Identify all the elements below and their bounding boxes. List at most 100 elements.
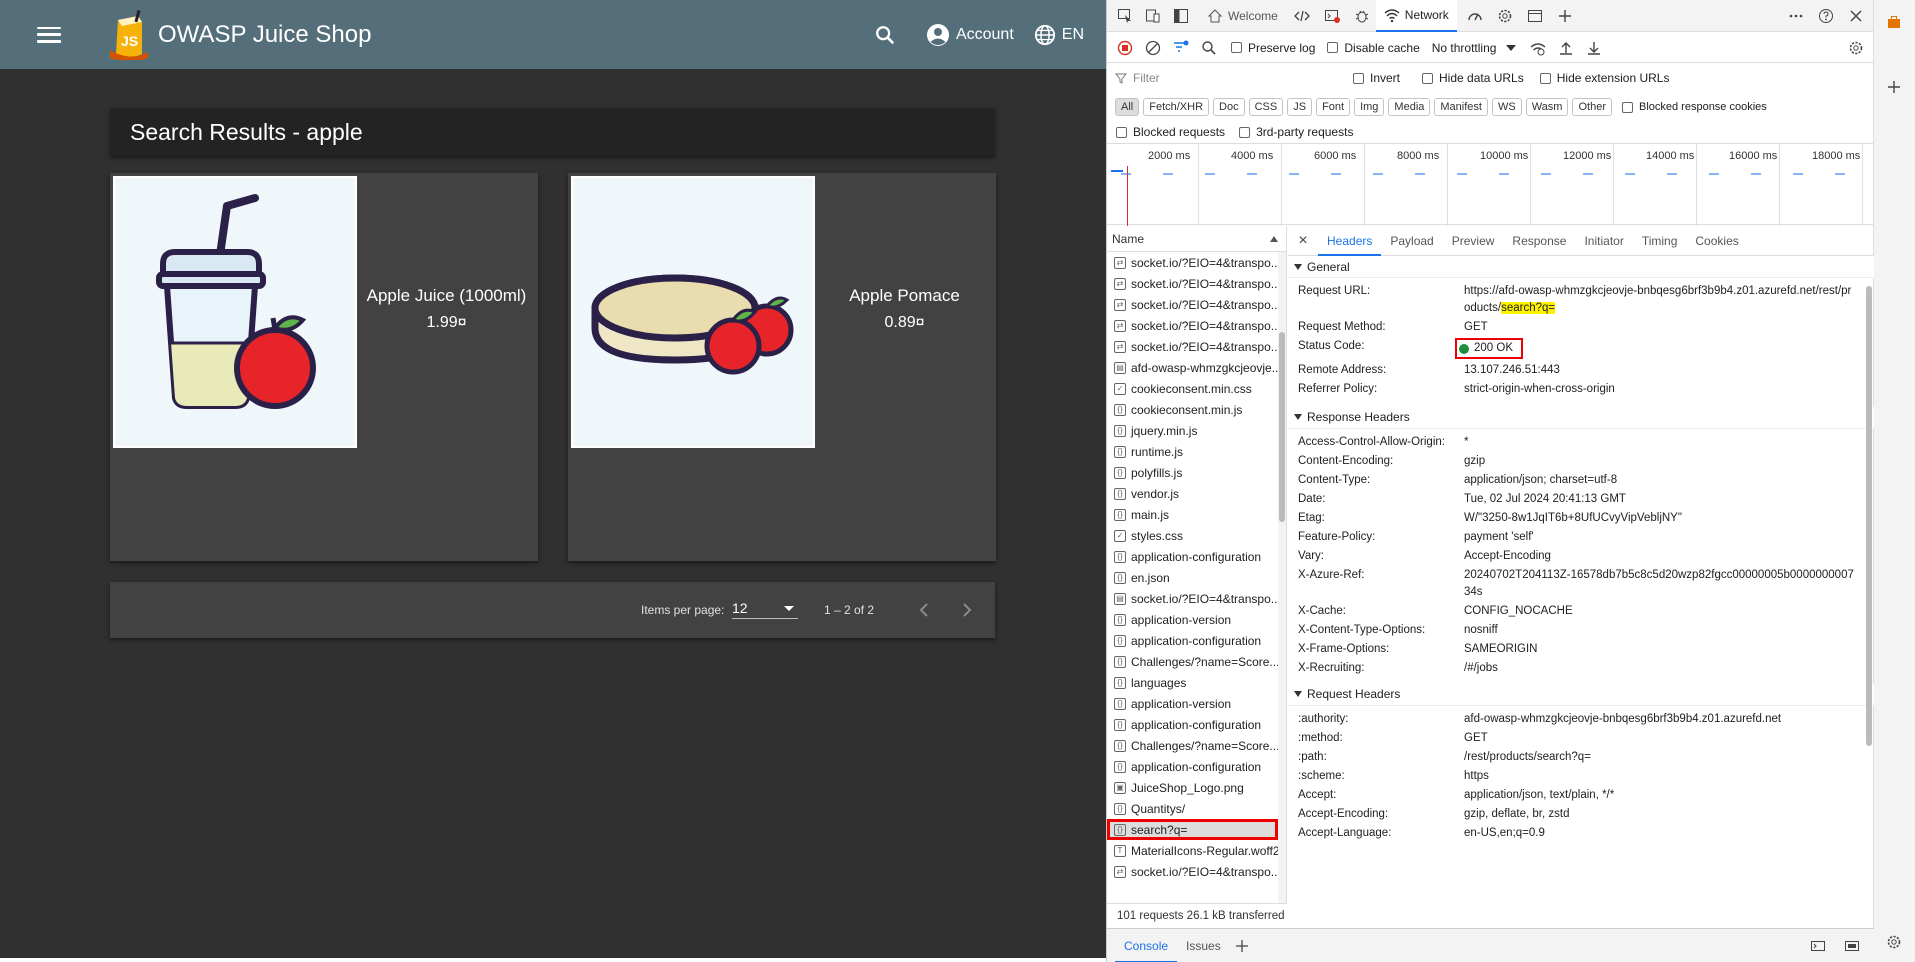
previous-page-button[interactable] <box>912 597 938 623</box>
product-image-apple-juice[interactable] <box>113 176 357 448</box>
details-scrollbar[interactable] <box>1864 264 1874 927</box>
tab-network[interactable]: Network <box>1375 0 1457 32</box>
general-section-toggle[interactable]: General <box>1288 256 1874 278</box>
tab-timing[interactable]: Timing <box>1633 226 1687 256</box>
help-icon[interactable] <box>1818 8 1834 24</box>
throttling-select[interactable]: No throttling <box>1432 41 1517 55</box>
filter-funnel-icon[interactable] <box>1173 40 1189 56</box>
add-drawer-tab-icon[interactable] <box>1234 938 1250 954</box>
account-button[interactable]: Account <box>926 23 1014 47</box>
request-row[interactable]: {} application-configuration <box>1107 714 1286 735</box>
type-filter-other[interactable]: Other <box>1572 98 1612 116</box>
type-filter-ws[interactable]: WS <box>1491 98 1522 116</box>
invert-checkbox[interactable]: Invert <box>1353 71 1400 85</box>
language-button[interactable]: EN <box>1034 24 1084 46</box>
search-icon[interactable] <box>1201 40 1217 56</box>
type-filter-font[interactable]: Font <box>1316 98 1351 116</box>
sources-bug-icon[interactable] <box>1354 8 1370 24</box>
close-details-icon[interactable]: × <box>1288 232 1318 250</box>
tab-welcome[interactable]: Welcome <box>1199 0 1286 32</box>
drawer-maximize-icon[interactable] <box>1844 938 1860 954</box>
sidebar-settings-icon[interactable] <box>1886 934 1902 950</box>
clear-icon[interactable] <box>1145 40 1161 56</box>
drawer-tab-console[interactable]: Console <box>1115 929 1178 962</box>
request-row[interactable]: ⇄ socket.io/?EIO=4&transpo... <box>1107 315 1286 336</box>
inspect-element-icon[interactable] <box>1117 8 1133 24</box>
product-card-apple-pomace[interactable]: Apple Pomace 0.89¤ <box>568 173 996 561</box>
hide-extension-urls-checkbox[interactable]: Hide extension URLs <box>1539 71 1669 85</box>
request-row[interactable]: ⇄ socket.io/?EIO=4&transpo... <box>1107 861 1286 882</box>
drawer-tab-issues[interactable]: Issues <box>1177 929 1230 962</box>
preserve-log-checkbox[interactable]: Preserve log <box>1231 41 1315 55</box>
import-har-icon[interactable] <box>1558 40 1574 56</box>
tab-preview[interactable]: Preview <box>1443 226 1504 256</box>
request-list-scrollbar[interactable] <box>1278 252 1286 903</box>
request-row[interactable]: ⇄ socket.io/?EIO=4&transpo... <box>1107 252 1286 273</box>
request-row[interactable]: {} Challenges/?name=Score... <box>1107 735 1286 756</box>
product-image-apple-pomace[interactable] <box>571 176 815 448</box>
type-filter-js[interactable]: JS <box>1287 98 1313 116</box>
request-row[interactable]: {} application-configuration <box>1107 546 1286 567</box>
request-row[interactable]: {} vendor.js <box>1107 483 1286 504</box>
request-row[interactable]: T MaterialIcons-Regular.woff2 <box>1107 840 1286 861</box>
request-row[interactable]: {} application-version <box>1107 609 1286 630</box>
add-sidebar-icon[interactable] <box>1886 79 1902 95</box>
network-settings-icon[interactable] <box>1848 40 1864 56</box>
drawer-dock-icon[interactable] <box>1810 938 1826 954</box>
application-panel-icon[interactable] <box>1527 8 1543 24</box>
menu-icon[interactable] <box>35 24 63 46</box>
product-card-apple-juice[interactable]: Apple Juice (1000ml) 1.99¤ <box>110 173 538 561</box>
add-tab-icon[interactable] <box>1557 8 1573 24</box>
settings-gear-icon[interactable] <box>1497 8 1513 24</box>
request-row[interactable]: ✓ cookieconsent.min.css <box>1107 378 1286 399</box>
disable-cache-checkbox[interactable]: Disable cache <box>1327 41 1420 55</box>
type-filter-css[interactable]: CSS <box>1248 98 1284 116</box>
more-tools-icon[interactable] <box>1788 8 1804 24</box>
hide-data-urls-checkbox[interactable]: Hide data URLs <box>1422 71 1524 85</box>
request-row[interactable]: ▤ afd-owasp-whmzgkcjeovje... <box>1107 357 1286 378</box>
tab-headers[interactable]: Headers <box>1318 226 1382 256</box>
network-conditions-icon[interactable] <box>1530 40 1546 56</box>
performance-icon[interactable] <box>1467 8 1483 24</box>
type-filter-img[interactable]: Img <box>1354 98 1385 116</box>
request-row[interactable]: {} application-configuration <box>1107 630 1286 651</box>
request-row[interactable]: {} main.js <box>1107 504 1286 525</box>
blocked-response-cookies-checkbox[interactable]: Blocked response cookies <box>1621 101 1767 113</box>
type-filter-doc[interactable]: Doc <box>1213 98 1245 116</box>
request-row[interactable]: {} polyfills.js <box>1107 462 1286 483</box>
request-row[interactable]: {} jquery.min.js <box>1107 420 1286 441</box>
type-filter-manifest[interactable]: Manifest <box>1434 98 1488 116</box>
request-row[interactable]: ⇄ socket.io/?EIO=4&transpo... <box>1107 273 1286 294</box>
tab-response[interactable]: Response <box>1503 226 1575 256</box>
tab-cookies[interactable]: Cookies <box>1686 226 1747 256</box>
items-per-page-select[interactable]: 12 <box>732 597 798 619</box>
request-row[interactable]: {} languages <box>1107 672 1286 693</box>
type-filter-fetch-xhr[interactable]: Fetch/XHR <box>1143 98 1210 116</box>
response-headers-toggle[interactable]: Response Headers <box>1288 406 1874 429</box>
console-icon[interactable] <box>1324 8 1340 24</box>
record-stop-icon[interactable] <box>1117 40 1133 56</box>
next-page-button[interactable] <box>953 597 979 623</box>
type-filter-all[interactable]: All <box>1115 98 1140 116</box>
request-row[interactable]: {} cookieconsent.min.js <box>1107 399 1286 420</box>
request-row[interactable]: {} application-version <box>1107 693 1286 714</box>
search-icon[interactable] <box>874 21 902 49</box>
tab-initiator[interactable]: Initiator <box>1575 226 1632 256</box>
type-filter-media[interactable]: Media <box>1388 98 1431 116</box>
filter-input[interactable]: Filter <box>1115 68 1315 88</box>
request-row[interactable]: ⇄ socket.io/?EIO=4&transpo... <box>1107 336 1286 357</box>
request-headers-toggle[interactable]: Request Headers <box>1288 683 1874 706</box>
third-party-requests-checkbox[interactable]: 3rd-party requests <box>1239 125 1353 139</box>
request-row[interactable]: ✓ styles.css <box>1107 525 1286 546</box>
elements-icon[interactable] <box>1293 8 1310 24</box>
juice-shop-logo[interactable]: JS <box>108 9 150 60</box>
request-row[interactable]: {} runtime.js <box>1107 441 1286 462</box>
request-row[interactable]: ▣ JuiceShop_Logo.png <box>1107 777 1286 798</box>
request-row-selected[interactable]: {} search?q= <box>1107 819 1278 840</box>
request-row[interactable]: {} Quantitys/ <box>1107 798 1286 819</box>
network-overview-timeline[interactable]: 2000 ms 4000 ms 6000 ms 8000 ms 10000 ms 1200… <box>1107 143 1874 226</box>
request-row[interactable]: {} application-configuration <box>1107 756 1286 777</box>
name-column-header[interactable]: Name <box>1107 226 1286 252</box>
sidebar-toggle-icon[interactable] <box>1173 8 1189 24</box>
request-row[interactable]: {} en.json <box>1107 567 1286 588</box>
